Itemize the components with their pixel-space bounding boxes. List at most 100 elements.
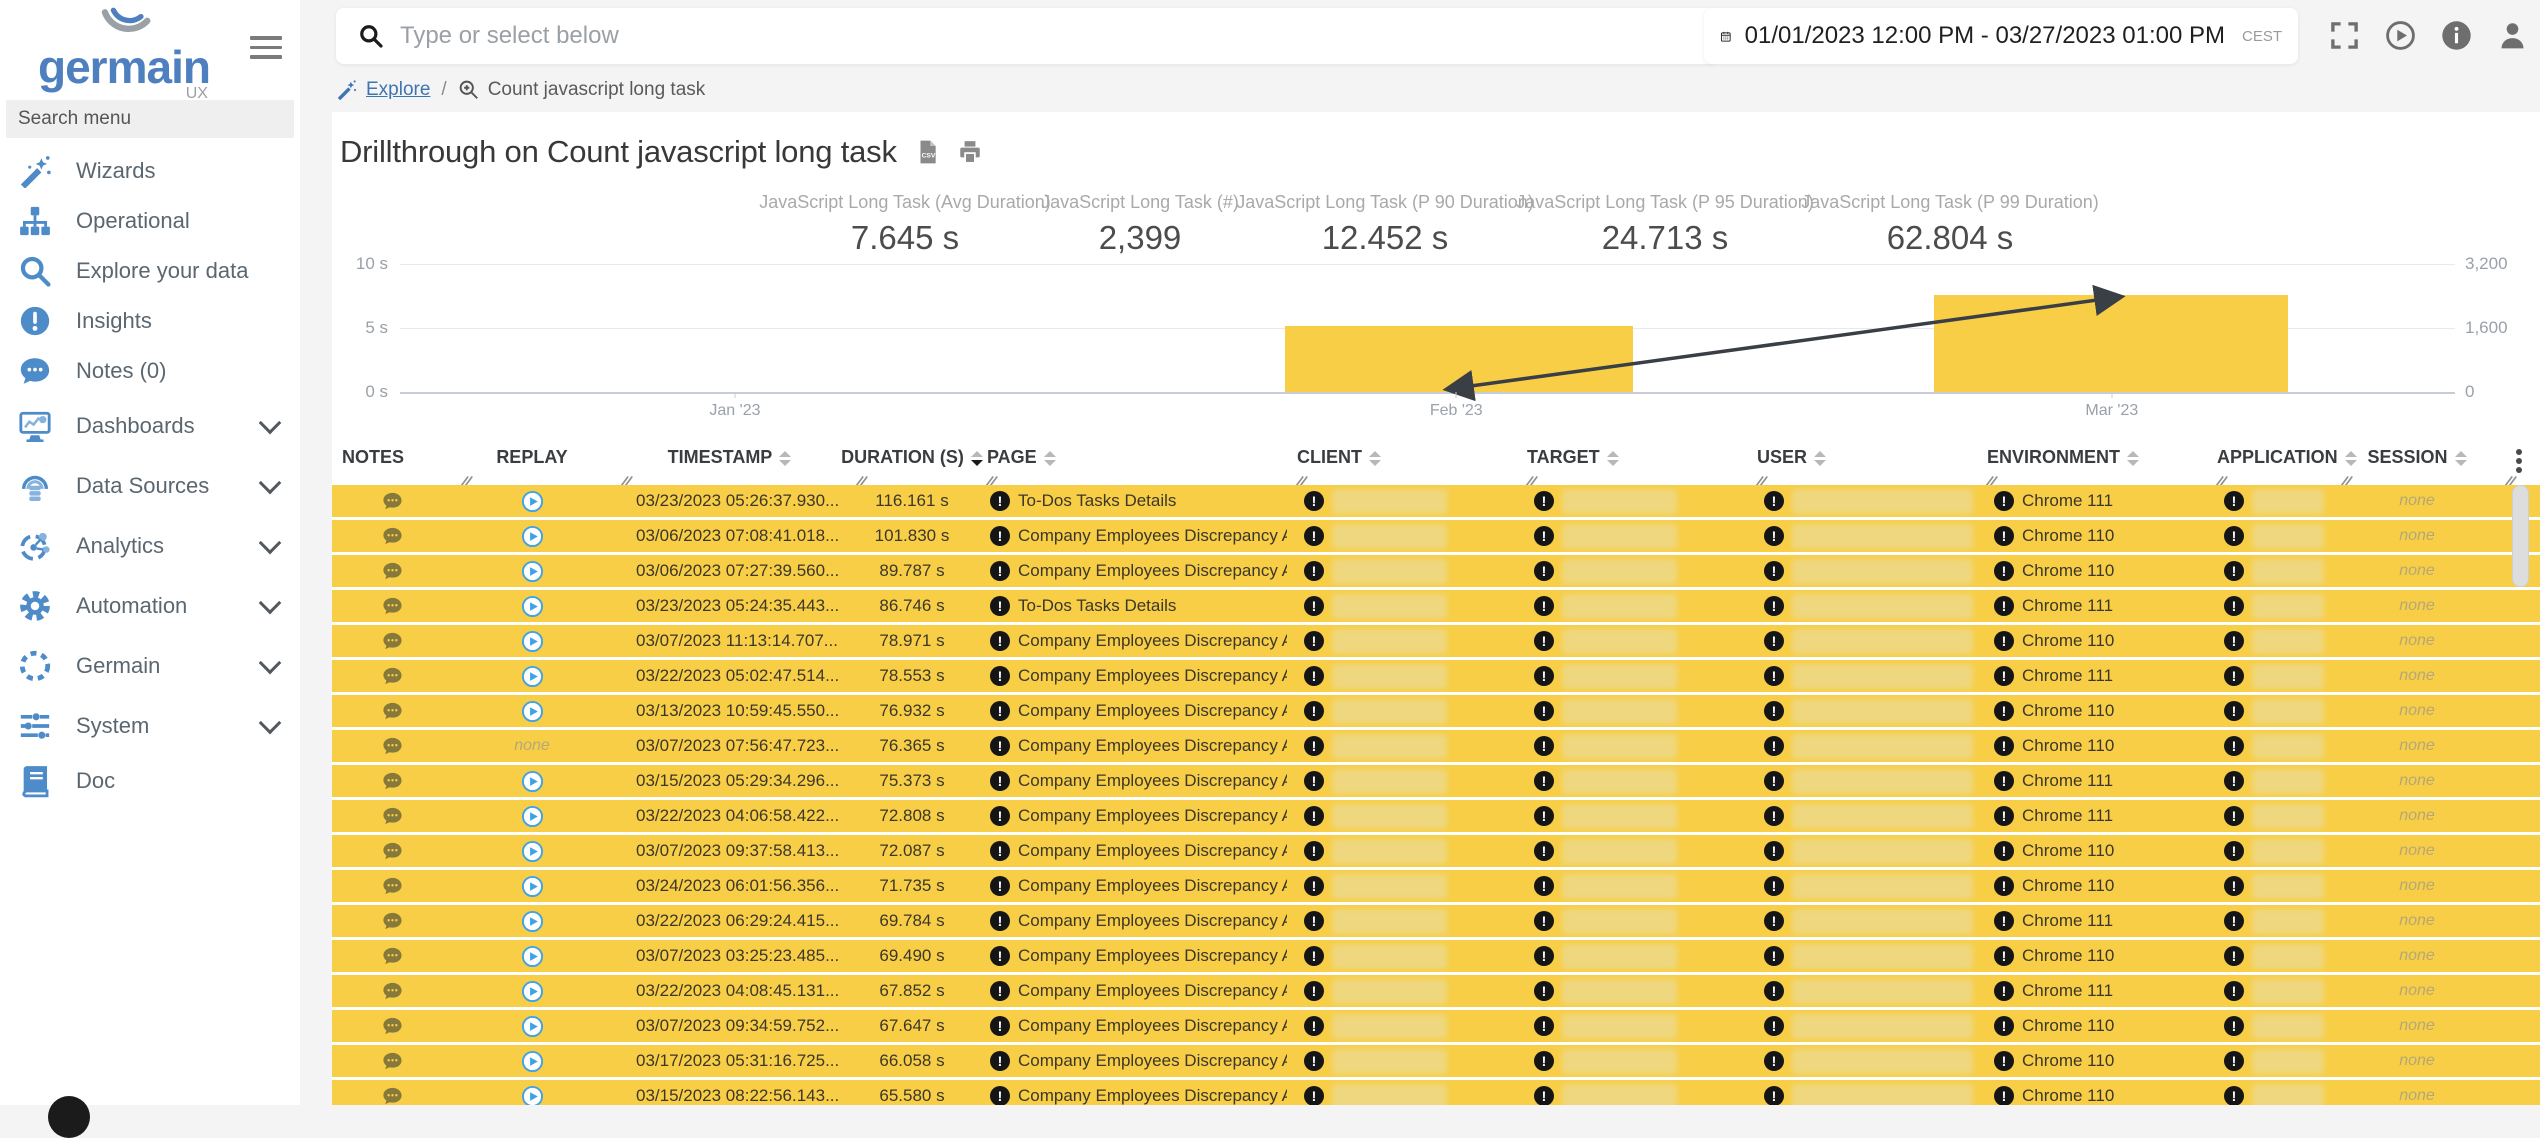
info-icon[interactable]: ! [1304,631,1324,651]
info-icon[interactable]: ! [1534,666,1554,686]
info-icon[interactable]: ! [1764,561,1784,581]
table-row[interactable]: 03/07/2023 03:25:23.485... 69.490 s! Compa… [332,940,2540,972]
info-icon[interactable]: ! [990,771,1010,791]
info-icon[interactable]: ! [1764,1051,1784,1071]
column-resize-handle-icon[interactable] [985,471,999,487]
info-icon[interactable]: ! [1994,631,2014,651]
column-header-timestamp[interactable]: TIMESTAMP [612,442,847,487]
note-bubble-icon[interactable] [381,630,404,653]
info-icon[interactable]: ! [2224,806,2244,826]
note-bubble-icon[interactable] [381,945,404,968]
info-icon[interactable]: ! [2224,771,2244,791]
play-circle-icon[interactable] [2385,20,2416,51]
sidebar-item-operational[interactable]: Operational [0,196,300,246]
info-icon[interactable]: ! [990,1016,1010,1036]
note-bubble-icon[interactable] [381,980,404,1003]
info-icon[interactable]: ! [2224,911,2244,931]
replay-play-icon[interactable] [521,630,544,653]
table-row[interactable]: 03/22/2023 04:08:45.131... 67.852 s! Compa… [332,975,2540,1007]
column-resize-handle-icon[interactable] [620,471,634,487]
info-icon[interactable]: ! [1994,981,2014,1001]
info-icon[interactable]: ! [1304,771,1324,791]
info-icon[interactable]: ! [1764,1016,1784,1036]
sort-carets-icon[interactable] [1814,451,1827,466]
table-row[interactable]: 03/06/2023 07:08:41.018... 101.830 s! Comp… [332,520,2540,552]
note-bubble-icon[interactable] [381,490,404,513]
replay-play-icon[interactable] [521,1085,544,1105]
info-icon[interactable]: ! [2224,561,2244,581]
column-header-page[interactable]: PAGE [977,442,1287,487]
info-icon[interactable]: ! [1304,1086,1324,1105]
info-icon[interactable]: ! [1994,666,2014,686]
info-icon[interactable]: ! [2224,876,2244,896]
table-row[interactable]: 03/07/2023 09:34:59.752... 67.647 s! Compa… [332,1010,2540,1042]
sidebar-item-automation[interactable]: Automation [0,576,300,636]
column-header-session[interactable]: SESSION [2332,442,2502,487]
info-icon[interactable]: ! [1534,771,1554,791]
sort-carets-icon[interactable] [2454,451,2467,466]
table-row[interactable]: 03/23/2023 05:24:35.443... 86.746 s! To-Do… [332,590,2540,622]
sidebar-item-system[interactable]: System [0,696,300,756]
chat-fab[interactable] [48,1096,90,1138]
note-bubble-icon[interactable] [381,770,404,793]
info-icon[interactable]: ! [1534,946,1554,966]
global-search-input[interactable]: Type or select below [336,8,1716,64]
export-csv-icon[interactable]: CSV [914,139,940,165]
column-resize-handle-icon[interactable] [1755,471,1769,487]
column-header-duration[interactable]: DURATION (S) [841,442,983,487]
note-bubble-icon[interactable] [381,735,404,758]
info-icon[interactable]: ! [2224,1086,2244,1105]
info-icon[interactable]: ! [1534,876,1554,896]
info-icon[interactable]: ! [990,806,1010,826]
note-bubble-icon[interactable] [381,1015,404,1038]
info-icon[interactable]: ! [990,631,1010,651]
sidebar-item-wizards[interactable]: Wizards [0,146,300,196]
info-icon[interactable]: ! [1764,981,1784,1001]
sidebar-item-doc[interactable]: Doc [0,756,300,806]
replay-play-icon[interactable] [521,875,544,898]
info-icon[interactable]: ! [1764,946,1784,966]
info-icon[interactable]: ! [990,736,1010,756]
info-icon[interactable]: ! [1764,1086,1784,1105]
date-range-picker[interactable]: 01/01/2023 12:00 PM - 03/27/2023 01:00 P… [1704,8,2298,64]
info-icon[interactable]: ! [990,1086,1010,1105]
info-icon[interactable]: ! [2224,1016,2244,1036]
sort-carets-icon[interactable] [1043,451,1056,466]
info-icon[interactable]: ! [1304,841,1324,861]
info-icon[interactable]: ! [1764,631,1784,651]
note-bubble-icon[interactable] [381,910,404,933]
sort-carets-icon[interactable] [779,451,792,466]
info-icon[interactable]: ! [1534,1016,1554,1036]
info-icon[interactable]: ! [1764,911,1784,931]
column-header-application[interactable]: APPLICATION [2207,442,2357,487]
info-icon[interactable]: ! [2224,491,2244,511]
note-bubble-icon[interactable] [381,700,404,723]
info-icon[interactable]: ! [1534,1086,1554,1105]
info-icon[interactable]: ! [1994,491,2014,511]
timeseries-chart[interactable]: 0 s 5 s 10 s 0 1,600 3,200 Jan '23 Feb '23 Mar '… [332,252,2540,427]
info-icon[interactable]: ! [1304,1016,1324,1036]
sort-carets-icon[interactable] [2127,451,2140,466]
info-circle-icon[interactable] [2441,20,2472,51]
info-icon[interactable]: ! [1994,736,2014,756]
info-icon[interactable]: ! [990,841,1010,861]
info-icon[interactable]: ! [1994,596,2014,616]
info-icon[interactable]: ! [2224,841,2244,861]
info-icon[interactable]: ! [1304,526,1324,546]
info-icon[interactable]: ! [1994,1086,2014,1105]
info-icon[interactable]: ! [1764,526,1784,546]
info-icon[interactable]: ! [1304,736,1324,756]
info-icon[interactable]: ! [1764,771,1784,791]
table-row[interactable]: 03/22/2023 04:06:58.422... 72.808 s! Compa… [332,800,2540,832]
info-icon[interactable]: ! [2224,736,2244,756]
note-bubble-icon[interactable] [381,875,404,898]
info-icon[interactable]: ! [1764,701,1784,721]
note-bubble-icon[interactable] [381,1085,404,1106]
sidebar-item-analytics[interactable]: Analytics [0,516,300,576]
info-icon[interactable]: ! [1994,946,2014,966]
sort-carets-icon[interactable] [1369,451,1381,466]
info-icon[interactable]: ! [2224,946,2244,966]
table-row[interactable]: 03/24/2023 06:01:56.356... 71.735 s! Compa… [332,870,2540,902]
info-icon[interactable]: ! [1534,981,1554,1001]
info-icon[interactable]: ! [2224,1051,2244,1071]
